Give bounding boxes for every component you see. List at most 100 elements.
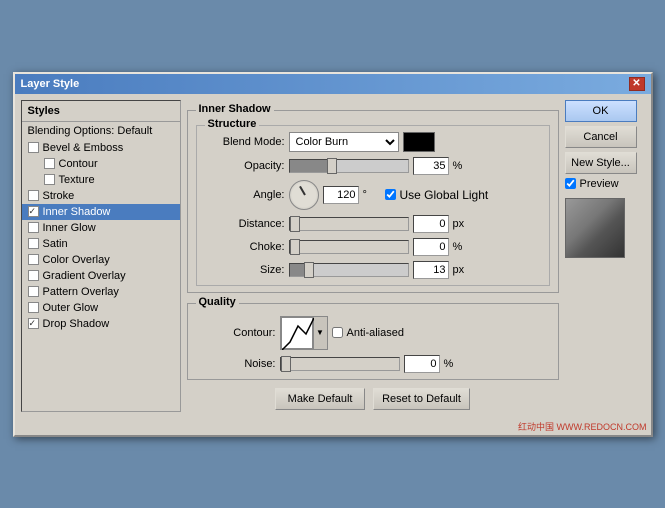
noise-unit: % xyxy=(444,358,462,370)
distance-input[interactable] xyxy=(413,215,449,233)
layer-style-dialog: Layer Style ✕ Styles Blending Options: D… xyxy=(13,72,653,437)
dialog-body: Styles Blending Options: Default Bevel &… xyxy=(15,94,651,418)
anti-aliased-checkbox[interactable] xyxy=(332,327,343,338)
opacity-label: Opacity: xyxy=(205,160,285,172)
sidebar-item-outer-glow[interactable]: Outer Glow xyxy=(22,300,180,316)
stroke-checkbox[interactable] xyxy=(28,190,39,201)
color-overlay-checkbox[interactable] xyxy=(28,254,39,265)
texture-label: Texture xyxy=(59,174,95,186)
opacity-input[interactable] xyxy=(413,157,449,175)
new-style-button[interactable]: New Style... xyxy=(565,152,637,174)
preview-checkbox[interactable] xyxy=(565,178,576,189)
noise-input[interactable] xyxy=(404,355,440,373)
outer-glow-checkbox[interactable] xyxy=(28,302,39,313)
make-default-button[interactable]: Make Default xyxy=(275,388,365,410)
structure-title: Structure xyxy=(205,118,260,130)
contour-checkbox[interactable] xyxy=(44,158,55,169)
gradient-overlay-label: Gradient Overlay xyxy=(43,270,126,282)
blend-color-swatch[interactable] xyxy=(403,132,435,152)
angle-label: Angle: xyxy=(205,189,285,201)
close-button[interactable]: ✕ xyxy=(629,77,645,91)
quality-title: Quality xyxy=(196,296,239,308)
satin-checkbox[interactable] xyxy=(28,238,39,249)
choke-slider[interactable] xyxy=(289,240,409,254)
stroke-label: Stroke xyxy=(43,190,75,202)
sidebar-item-bevel-emboss[interactable]: Bevel & Emboss xyxy=(22,140,180,156)
angle-unit: ° xyxy=(363,189,381,201)
angle-input[interactable] xyxy=(323,186,359,204)
contour-dropdown-button[interactable]: ▼ xyxy=(313,317,327,349)
inner-shadow-label: Inner Shadow xyxy=(43,206,111,218)
sidebar-item-contour[interactable]: Contour xyxy=(22,156,180,172)
sidebar-item-stroke[interactable]: Stroke xyxy=(22,188,180,204)
blending-options-label[interactable]: Blending Options: Default xyxy=(22,122,180,140)
inner-shadow-title: Inner Shadow xyxy=(196,103,274,115)
size-unit: px xyxy=(453,264,471,276)
bottom-buttons: Make Default Reset to Default xyxy=(187,384,559,412)
blend-mode-row: Blend Mode: Color Burn Normal Multiply S… xyxy=(205,132,541,152)
sidebar-item-texture[interactable]: Texture xyxy=(22,172,180,188)
inner-shadow-checkbox[interactable] xyxy=(28,206,39,217)
preview-row: Preview xyxy=(565,178,645,190)
opacity-row: Opacity: % xyxy=(205,157,541,175)
preview-thumbnail xyxy=(565,198,625,258)
sidebar-item-gradient-overlay[interactable]: Gradient Overlay xyxy=(22,268,180,284)
pattern-overlay-checkbox[interactable] xyxy=(28,286,39,297)
dialog-title: Layer Style xyxy=(21,78,80,90)
color-overlay-label: Color Overlay xyxy=(43,254,110,266)
contour-select-wrap: ▼ xyxy=(280,316,328,350)
angle-dial[interactable] xyxy=(289,180,319,210)
texture-checkbox[interactable] xyxy=(44,174,55,185)
preview-label: Preview xyxy=(580,178,619,190)
cancel-button[interactable]: Cancel xyxy=(565,126,637,148)
left-panel: Styles Blending Options: Default Bevel &… xyxy=(21,100,181,412)
sidebar-item-inner-glow[interactable]: Inner Glow xyxy=(22,220,180,236)
opacity-slider[interactable] xyxy=(289,159,409,173)
distance-unit: px xyxy=(453,218,471,230)
inner-glow-checkbox[interactable] xyxy=(28,222,39,233)
reset-to-default-button[interactable]: Reset to Default xyxy=(373,388,470,410)
sidebar-item-drop-shadow[interactable]: Drop Shadow xyxy=(22,316,180,332)
size-label: Size: xyxy=(205,264,285,276)
blend-mode-select[interactable]: Color Burn Normal Multiply Screen Overla… xyxy=(289,132,399,152)
noise-slider[interactable] xyxy=(280,357,400,371)
sidebar-item-inner-shadow[interactable]: Inner Shadow xyxy=(22,204,180,220)
distance-label: Distance: xyxy=(205,218,285,230)
inner-glow-label: Inner Glow xyxy=(43,222,96,234)
pattern-overlay-label: Pattern Overlay xyxy=(43,286,119,298)
distance-slider[interactable] xyxy=(289,217,409,231)
ok-button[interactable]: OK xyxy=(565,100,637,122)
contour-row: Contour: ▼ Anti-aliased xyxy=(196,316,550,350)
angle-controls: ° Use Global Light xyxy=(289,180,489,210)
choke-row: Choke: % xyxy=(205,238,541,256)
sidebar-item-satin[interactable]: Satin xyxy=(22,236,180,252)
contour-preview[interactable] xyxy=(281,317,313,349)
choke-label: Choke: xyxy=(205,241,285,253)
quality-section: Quality Contour: ▼ Anti-aliased xyxy=(187,303,559,380)
contour-label: Contour: xyxy=(196,327,276,339)
contour-label: Contour xyxy=(59,158,98,170)
size-row: Size: px xyxy=(205,261,541,279)
outer-glow-label: Outer Glow xyxy=(43,302,99,314)
global-light-label: Use Global Light xyxy=(400,188,489,202)
sidebar-item-pattern-overlay[interactable]: Pattern Overlay xyxy=(22,284,180,300)
satin-label: Satin xyxy=(43,238,68,250)
right-panel: OK Cancel New Style... Preview xyxy=(565,100,645,412)
noise-row: Noise: % xyxy=(196,355,550,373)
angle-row: Angle: ° Use Global Light xyxy=(205,180,541,210)
inner-shadow-section: Inner Shadow Structure Blend Mode: Color… xyxy=(187,110,559,293)
drop-shadow-checkbox[interactable] xyxy=(28,318,39,329)
size-input[interactable] xyxy=(413,261,449,279)
choke-input[interactable] xyxy=(413,238,449,256)
noise-label: Noise: xyxy=(196,358,276,370)
gradient-overlay-checkbox[interactable] xyxy=(28,270,39,281)
bevel-emboss-checkbox[interactable] xyxy=(28,142,39,153)
main-content: Inner Shadow Structure Blend Mode: Color… xyxy=(187,100,559,412)
watermark: 红动中国 WWW.REDOCN.COM xyxy=(15,418,651,435)
choke-unit: % xyxy=(453,241,471,253)
size-slider[interactable] xyxy=(289,263,409,277)
titlebar: Layer Style ✕ xyxy=(15,74,651,94)
anti-aliased-label: Anti-aliased xyxy=(347,327,404,339)
global-light-checkbox[interactable] xyxy=(385,189,396,200)
sidebar-item-color-overlay[interactable]: Color Overlay xyxy=(22,252,180,268)
